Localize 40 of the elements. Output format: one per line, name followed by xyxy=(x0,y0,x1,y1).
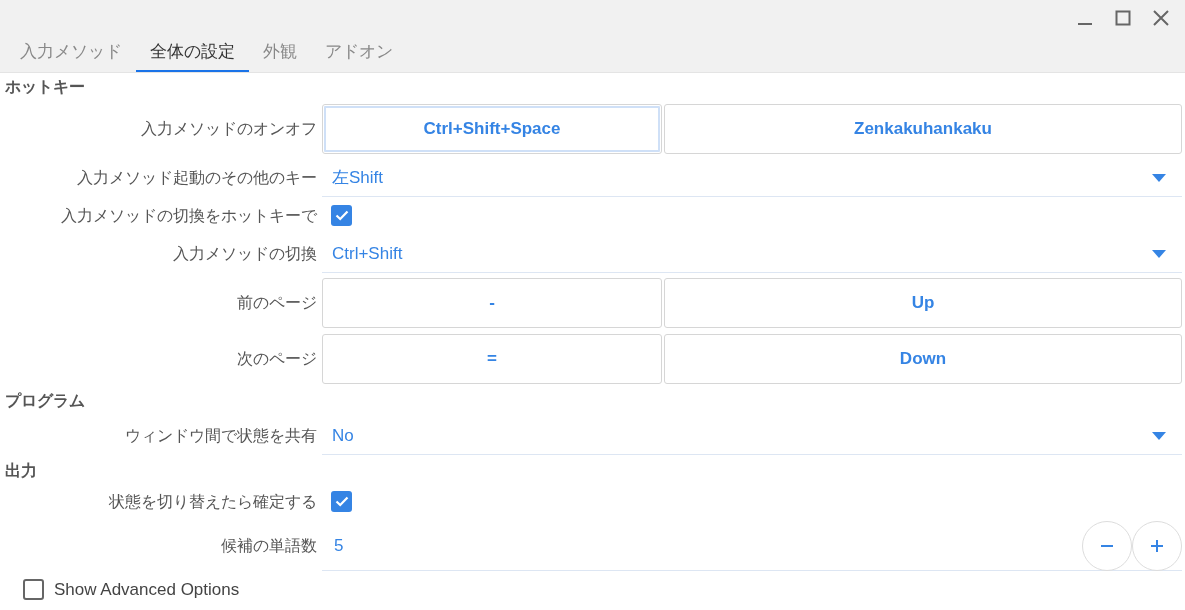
tab[interactable]: アドオン xyxy=(311,38,407,72)
number-field[interactable]: 5 xyxy=(322,532,344,559)
setting-label: 入力メソッドのオンオフ xyxy=(141,119,317,139)
dropdown-arrow-icon xyxy=(1152,431,1166,440)
setting-label: 候補の単語数 xyxy=(221,536,317,556)
shortcut-button[interactable]: Up xyxy=(664,278,1182,328)
shortcut-button[interactable]: - xyxy=(322,278,662,328)
checkmark-icon xyxy=(334,210,349,221)
dropdown[interactable]: Ctrl+Shift xyxy=(322,235,1182,273)
dropdown-arrow-icon xyxy=(1152,173,1166,182)
section-heading: ホットキー xyxy=(4,77,85,97)
dropdown[interactable]: 左Shift xyxy=(322,159,1182,197)
shortcut-button[interactable]: Ctrl+Shift+Space xyxy=(322,104,662,154)
advanced-options-checkbox[interactable]: Show Advanced Options xyxy=(0,577,240,603)
section-heading: 出力 xyxy=(4,461,37,481)
checkbox[interactable] xyxy=(331,205,352,226)
setting-label: 入力メソッドの切換をホットキーで xyxy=(61,206,317,226)
setting-label: 前のページ xyxy=(237,293,317,313)
shortcut-button[interactable]: Down xyxy=(664,334,1182,384)
tab[interactable]: 入力メソッド xyxy=(6,38,136,72)
maximize-icon[interactable] xyxy=(1115,10,1131,26)
checkbox[interactable] xyxy=(331,491,352,512)
checkmark-icon xyxy=(334,496,349,507)
dropdown[interactable]: No xyxy=(322,417,1182,455)
section-heading: プログラム xyxy=(4,391,85,411)
checkbox[interactable] xyxy=(23,579,44,601)
setting-label: 状態を切り替えたら確定する xyxy=(109,492,317,512)
shortcut-button[interactable]: = xyxy=(322,334,662,384)
tab[interactable]: 全体の設定 xyxy=(136,38,249,72)
dropdown-arrow-icon xyxy=(1152,249,1166,258)
tab[interactable]: 外観 xyxy=(249,38,311,72)
setting-label: 次のページ xyxy=(237,349,317,369)
setting-label: 入力メソッド起動のその他のキー xyxy=(77,168,317,188)
minus-icon xyxy=(1101,544,1113,547)
checkbox-label: Show Advanced Options xyxy=(54,579,240,601)
setting-label: 入力メソッドの切換 xyxy=(173,244,317,264)
setting-label: ウィンドウ間で状態を共有 xyxy=(125,426,317,446)
shortcut-button[interactable]: Zenkakuhankaku xyxy=(664,104,1182,154)
plus-icon xyxy=(1151,539,1163,552)
close-icon[interactable] xyxy=(1153,10,1169,26)
